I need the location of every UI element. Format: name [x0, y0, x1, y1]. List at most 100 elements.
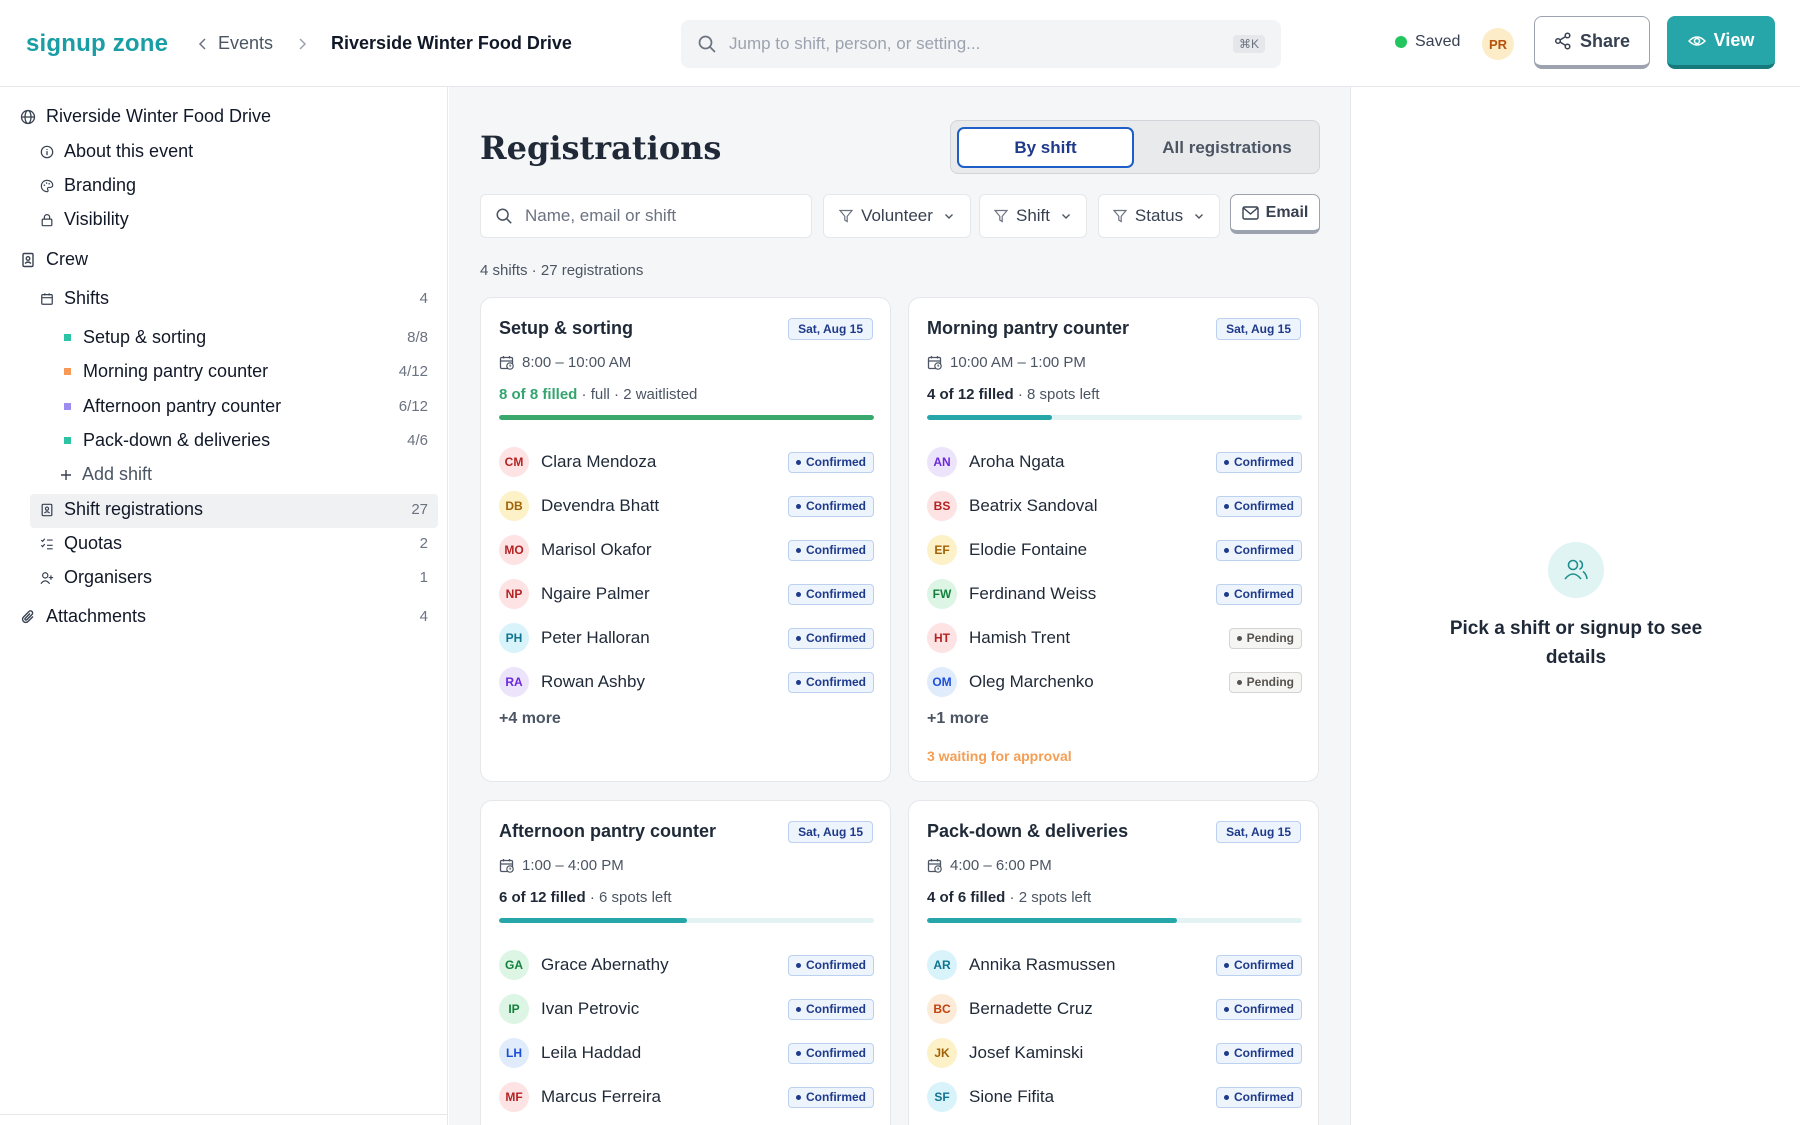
volunteer-name: Grace Abernathy: [541, 955, 669, 974]
status-label: Confirmed: [1234, 543, 1294, 557]
volunteer-row[interactable]: LH Leila Haddad Confirmed: [499, 1031, 874, 1075]
filled-count: 4 of 6 filled: [927, 889, 1006, 906]
sidebar-item-attachments[interactable]: Attachments 4: [20, 606, 428, 627]
volunteer-row[interactable]: OM Oleg Marchenko Pending: [927, 660, 1302, 704]
user-avatar[interactable]: PR: [1482, 28, 1514, 60]
share-button[interactable]: Share: [1534, 16, 1650, 69]
shift-filter[interactable]: Shift: [979, 194, 1087, 238]
fill-extra: · 6 spots left: [585, 889, 672, 906]
volunteer-row[interactable]: CM Clara Mendoza Confirmed: [499, 440, 874, 484]
sidebar-item-label: About this event: [64, 141, 194, 161]
shift-date-badge: Sat, Aug 15: [788, 821, 873, 843]
sidebar-shift-setup[interactable]: Setup & sorting 8/8: [60, 327, 428, 348]
status-dot-icon: [796, 962, 801, 968]
status-badge: Confirmed: [788, 1086, 874, 1108]
sidebar-count: 27: [411, 501, 428, 518]
volunteer-row[interactable]: EF Elodie Fontaine Confirmed: [927, 528, 1302, 572]
email-label: Email: [1265, 203, 1309, 221]
sidebar-item-crew[interactable]: Crew: [20, 249, 88, 270]
status-badge: Confirmed: [1216, 1086, 1302, 1108]
status-badge: Confirmed: [788, 671, 874, 693]
sidebar-item-label: Branding: [64, 175, 137, 195]
shift-card[interactable]: Morning pantry counter Sat, Aug 15 10:00 A…: [908, 297, 1319, 782]
filter-icon: [993, 209, 1008, 223]
volunteer-row[interactable]: NP Ngaire Palmer Confirmed: [499, 572, 874, 616]
calendar-icon: [41, 292, 53, 305]
status-label: Confirmed: [806, 675, 866, 689]
volunteer-row[interactable]: DB Devendra Bhatt Confirmed: [499, 484, 874, 528]
registration-search-input[interactable]: Name, email or shift: [480, 194, 812, 238]
volunteer-row[interactable]: FW Ferdinand Weiss Confirmed: [927, 572, 1302, 616]
sidebar-item-about[interactable]: About this event: [40, 141, 193, 162]
view-label: View: [1713, 30, 1755, 50]
sidebar-item-organisers[interactable]: Organisers 1: [40, 567, 428, 588]
app-logo[interactable]: signup zone: [26, 30, 168, 58]
shift-card[interactable]: Afternoon pantry counter Sat, Aug 15 1:00 …: [480, 800, 891, 1125]
chevron-down-icon: [1062, 214, 1071, 219]
sidebar-shift-afternoon[interactable]: Afternoon pantry counter 6/12: [60, 396, 428, 417]
sidebar-item-visibility[interactable]: Visibility: [40, 209, 129, 230]
avatar: PH: [499, 623, 529, 653]
volunteer-row[interactable]: RA Rowan Ashby Confirmed: [499, 660, 874, 704]
status-dot-icon: [796, 459, 801, 465]
sidebar-count: 2: [419, 535, 428, 552]
avatar: LH: [499, 1038, 529, 1068]
sidebar-count: 1: [419, 569, 428, 586]
show-more-link[interactable]: +4 more: [499, 710, 561, 728]
shift-title: Morning pantry counter: [927, 318, 1129, 338]
global-search-input[interactable]: Jump to shift, person, or setting... ⌘K: [681, 20, 1281, 68]
shift-time-label: 10:00 AM – 1:00 PM: [950, 354, 1086, 371]
sidebar-item-label: Morning pantry counter: [83, 361, 269, 381]
saved-label: Saved: [1415, 33, 1461, 50]
volunteer-filter[interactable]: Volunteer: [823, 194, 971, 238]
status-dot-icon: [1224, 591, 1229, 597]
show-more-link[interactable]: +1 more: [927, 710, 989, 728]
shift-card[interactable]: Setup & sorting Sat, Aug 15 8:00 – 10:00 A…: [480, 297, 891, 782]
volunteer-row[interactable]: IP Ivan Petrovic Confirmed: [499, 987, 874, 1031]
tab-all-registrations[interactable]: All registrations: [1141, 127, 1313, 168]
volunteer-row[interactable]: HT Hamish Trent Pending: [927, 616, 1302, 660]
status-dot-icon: [1224, 1094, 1229, 1100]
volunteer-name: Marisol Okafor: [541, 540, 652, 559]
view-button[interactable]: View: [1667, 16, 1775, 69]
volunteer-row[interactable]: PH Peter Halloran Confirmed: [499, 616, 874, 660]
status-label: Confirmed: [1234, 1046, 1294, 1060]
volunteer-row[interactable]: AN Aroha Ngata Confirmed: [927, 440, 1302, 484]
sidebar-item-shift-registrations[interactable]: Shift registrations 27: [40, 499, 428, 520]
volunteer-row[interactable]: SF Sione Fifita Confirmed: [927, 1075, 1302, 1119]
fill-status: 8 of 8 filled · full · 2 waitlisted: [499, 386, 697, 403]
email-button[interactable]: Email: [1230, 194, 1320, 234]
status-label: Pending: [1246, 631, 1294, 645]
shift-date-badge: Sat, Aug 15: [1216, 318, 1301, 340]
sidebar-item-event[interactable]: Riverside Winter Food Drive: [20, 106, 271, 127]
sidebar-shift-morning[interactable]: Morning pantry counter 4/12: [60, 361, 428, 382]
detail-panel: Pick a shift or signup to see details: [1352, 87, 1800, 1125]
volunteer-row[interactable]: BC Bernadette Cruz Confirmed: [927, 987, 1302, 1031]
sidebar-item-shifts[interactable]: Shifts 4: [40, 288, 428, 309]
avatar: AN: [927, 447, 957, 477]
sidebar-item-label: Shift registrations: [64, 499, 204, 519]
volunteer-row[interactable]: Confirmed: [499, 1119, 874, 1125]
volunteer-row[interactable]: AR Annika Rasmussen Confirmed: [927, 943, 1302, 987]
add-shift-button[interactable]: Add shift: [60, 464, 152, 485]
shift-title: Afternoon pantry counter: [499, 821, 717, 841]
sidebar-item-quotas[interactable]: Quotas 2: [40, 533, 428, 554]
volunteer-row[interactable]: MF Marcus Ferreira Confirmed: [499, 1075, 874, 1119]
volunteer-name: Josef Kaminski: [969, 1043, 1084, 1062]
volunteer-name: Aroha Ngata: [969, 452, 1065, 471]
volunteer-list: AR Annika Rasmussen Confirmed BC Bernadette …: [927, 943, 1302, 1119]
breadcrumb-events[interactable]: Events: [218, 33, 273, 54]
volunteer-row[interactable]: JK Josef Kaminski Confirmed: [927, 1031, 1302, 1075]
volunteer-row[interactable]: GA Grace Abernathy Confirmed: [499, 943, 874, 987]
shift-card[interactable]: Pack-down & deliveries Sat, Aug 15 4:00 – …: [908, 800, 1319, 1125]
tab-by-shift[interactable]: By shift: [957, 127, 1134, 168]
sidebar-item-branding[interactable]: Branding: [40, 175, 136, 196]
volunteer-row[interactable]: MO Marisol Okafor Confirmed: [499, 528, 874, 572]
volunteer-row[interactable]: BS Beatrix Sandoval Confirmed: [927, 484, 1302, 528]
fill-extra: · 2 spots left: [1005, 889, 1092, 906]
sidebar-shift-packdown[interactable]: Pack-down & deliveries 4/6: [60, 430, 428, 451]
avatar: RA: [499, 667, 529, 697]
waiting-approval-link[interactable]: 3 waiting for approval: [927, 748, 1072, 764]
fill-progress-bar: [927, 415, 1302, 420]
status-filter[interactable]: Status: [1098, 194, 1220, 238]
